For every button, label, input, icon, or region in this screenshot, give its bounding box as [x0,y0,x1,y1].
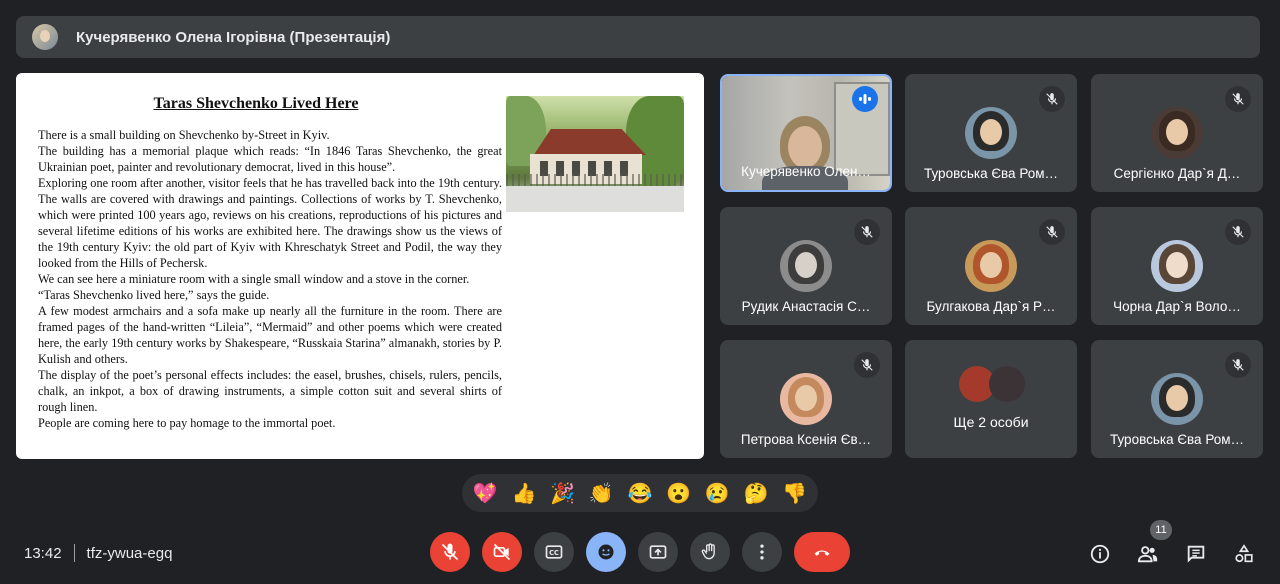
present-button[interactable] [638,532,678,572]
participant-name: Чорна Дар`я Воло… [1113,299,1241,314]
info-icon [1090,544,1110,564]
participant-name: Петрова Ксенія Єв… [740,432,872,447]
participant-tile[interactable]: Туровська Єва Ром… [905,74,1077,192]
more-vert-icon [760,544,764,560]
participant-avatar [965,107,1017,159]
svg-text:CC: CC [549,549,559,557]
slide-title: Taras Shevchenko Lived Here [153,95,359,112]
camera-toggle-button[interactable] [482,532,522,572]
people-button[interactable] [1134,540,1162,568]
mic-off-icon [1039,86,1065,112]
mic-off-icon [854,352,880,378]
slide-paragraph: There is a small building on Shevchenko … [38,128,330,142]
meeting-code: tfz-ywua-egq [86,544,173,562]
reaction-party[interactable]: 🎉 [547,481,579,506]
speaking-indicator-icon [852,86,878,112]
participant-name: Ще 2 особи [953,414,1029,430]
presenter-name: Кучерявенко Олена Ігорівна (Презентація) [76,28,391,46]
reactions-bar: 💖 👍 🎉 👏 😂 😮 😢 🤔 👎 [462,474,818,512]
participant-tile[interactable]: Рудик Анастасія С… [720,207,892,325]
activities-button[interactable] [1230,540,1258,568]
people-count-badge: 11 [1150,520,1172,540]
participant-tile[interactable]: Чорна Дар`я Воло… [1091,207,1263,325]
participant-name: Туровська Єва Ром… [1109,432,1245,447]
slide-paragraph: Exploring one room after another, visito… [38,176,502,270]
raise-hand-button[interactable] [690,532,730,572]
activities-icon [1235,544,1253,563]
house-photo [506,96,684,212]
chat-button[interactable] [1182,540,1210,568]
grouped-avatars [959,366,1029,404]
chat-icon [1187,545,1205,563]
reactions-button[interactable] [586,532,626,572]
current-time: 13:42 [24,544,62,562]
slide-paragraph: The display of the poet’s personal effec… [38,368,502,414]
slide-text: There is a small building on Shevchenko … [38,127,502,431]
presentation-slide: Taras Shevchenko Lived Here There is a s… [16,73,704,459]
participant-tile[interactable]: Ще 2 особи [905,340,1077,458]
reaction-clap[interactable]: 👏 [585,481,617,506]
present-screen-icon [649,545,667,559]
meeting-info: 13:42 tfz-ywua-egq [24,542,172,564]
slide-paragraph: People are coming here to pay homage to … [38,416,336,430]
reaction-surprised[interactable]: 😮 [663,481,695,506]
mic-off-icon [1225,219,1251,245]
emoji-icon [598,544,614,560]
slide-paragraph: A few modest armchairs and a sofa make u… [38,304,502,366]
reaction-thumbs-down[interactable]: 👎 [779,481,811,506]
participant-tile[interactable]: Кучерявенко Олен… [720,74,892,192]
camera-off-icon [493,543,511,561]
participant-name: Туровська Єва Ром… [923,166,1059,181]
reaction-thumbs-up[interactable]: 👍 [508,481,540,506]
mic-toggle-button[interactable] [430,532,470,572]
side-panel-buttons [1086,540,1266,568]
participant-name: Булгакова Дар`я Р… [926,299,1056,314]
end-call-icon [814,550,830,556]
captions-icon: CC [545,545,563,559]
participant-avatar [1151,240,1203,292]
meeting-details-button[interactable] [1086,540,1114,568]
mic-off-icon [441,543,459,561]
participant-avatar [965,240,1017,292]
hand-icon [701,543,715,560]
participant-tile[interactable]: Туровська Єва Ром… [1091,340,1263,458]
slide-paragraph: The building has a memorial plaque which… [38,144,502,174]
captions-button[interactable]: CC [534,532,574,572]
participant-tile[interactable]: Петрова Ксенія Єв… [720,340,892,458]
presenter-avatar [32,24,58,50]
slide-paragraph: “Taras Shevchenko lived here,” says the … [38,288,270,302]
participant-name: Рудик Анастасія С… [741,299,871,314]
mic-off-icon [1039,219,1065,245]
reaction-cry[interactable]: 😢 [701,481,733,506]
participant-tile[interactable]: Сергієнко Дар`я Д… [1091,74,1263,192]
reaction-laugh[interactable]: 😂 [624,481,656,506]
mic-off-icon [1225,352,1251,378]
participant-name: Кучерявенко Олен… [741,164,871,179]
reaction-thinking[interactable]: 🤔 [740,481,772,506]
participant-avatar [1151,373,1203,425]
presenter-bar: Кучерявенко Олена Ігорівна (Презентація) [16,16,1260,58]
people-icon [1137,546,1158,563]
slide-paragraph: We can see here a miniature room with a … [38,272,470,286]
participant-avatar [780,240,832,292]
reaction-heart[interactable]: 💖 [469,481,501,506]
mic-off-icon [1225,86,1251,112]
more-options-button[interactable] [742,532,782,572]
mic-off-icon [854,219,880,245]
participant-name: Сергієнко Дар`я Д… [1113,166,1241,181]
participant-tile[interactable]: Булгакова Дар`я Р… [905,207,1077,325]
divider [73,544,75,562]
leave-call-button[interactable] [794,532,850,572]
participant-avatar [989,366,1025,402]
participant-avatar [1151,107,1203,159]
participant-avatar [780,373,832,425]
